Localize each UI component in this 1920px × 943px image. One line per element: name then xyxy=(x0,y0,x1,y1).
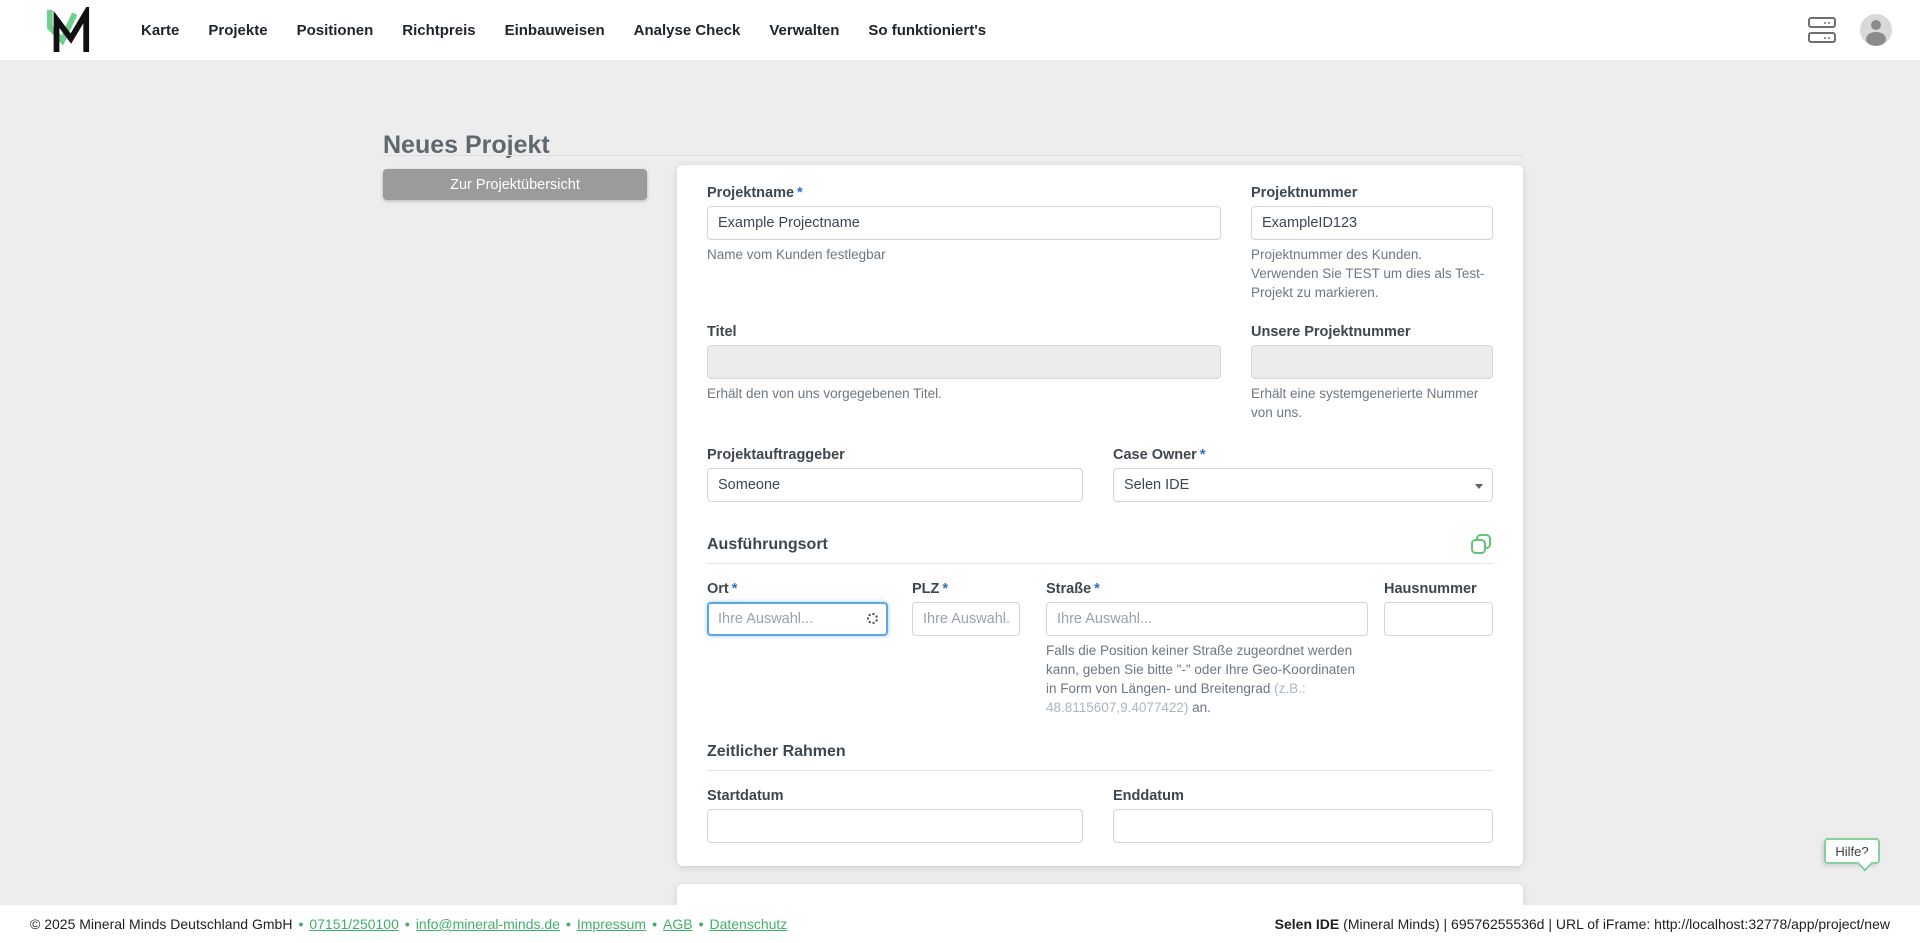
footer-link-email[interactable]: info@mineral-minds.de xyxy=(416,916,560,932)
strasse-input[interactable] xyxy=(1046,602,1368,637)
footer-copyright: © 2025 Mineral Minds Deutschland GmbH xyxy=(30,916,293,932)
nav-item-karte[interactable]: Karte xyxy=(141,22,179,39)
unsere-projektnummer-helper: Erhält eine systemgenerierte Nummer von … xyxy=(1251,385,1479,420)
copy-location-button[interactable] xyxy=(1469,532,1493,556)
title-divider xyxy=(383,155,1523,156)
server-bar-top xyxy=(1808,17,1836,28)
projektnummer-helper: Projektnummer des Kunden. Verwenden Sie … xyxy=(1251,247,1485,300)
nav-item-positionen[interactable]: Positionen xyxy=(297,22,374,39)
footer-left: © 2025 Mineral Minds Deutschland GmbH • … xyxy=(30,916,787,932)
nav-item-einbauweisen[interactable]: Einbauweisen xyxy=(505,22,605,39)
required-asterisk: * xyxy=(731,581,738,598)
unsere-projektnummer-input xyxy=(1251,344,1493,379)
chevron-down-icon xyxy=(1475,484,1483,490)
enddatum-input[interactable] xyxy=(1113,809,1493,844)
mineral-minds-logo-icon[interactable] xyxy=(45,7,91,53)
top-navbar: Karte Projekte Positionen Richtpreis Ein… xyxy=(0,0,1920,60)
footer-link-datenschutz[interactable]: Datenschutz xyxy=(709,916,787,932)
section-ausfuehrungsort: Ausführungsort xyxy=(707,534,1493,565)
hausnummer-input[interactable] xyxy=(1384,602,1493,637)
hilfe-button[interactable]: Hilfe? xyxy=(1824,838,1880,864)
next-section-card xyxy=(677,884,1523,906)
server-bar-bottom xyxy=(1808,32,1836,43)
nav-item-projekte[interactable]: Projekte xyxy=(208,22,267,39)
titel-helper: Erhält den von uns vorgegebenen Titel. xyxy=(707,385,942,401)
nav-item-verwalten[interactable]: Verwalten xyxy=(769,22,839,39)
projektname-input[interactable] xyxy=(707,206,1221,240)
case-owner-value: Selen IDE xyxy=(1124,477,1190,494)
zur-projektuebersicht-button[interactable]: Zur Projektübersicht xyxy=(383,169,647,200)
footer: © 2025 Mineral Minds Deutschland GmbH • … xyxy=(0,905,1920,943)
nav-item-analyse-check[interactable]: Analyse Check xyxy=(634,22,741,39)
plz-label: PLZ * xyxy=(912,581,949,598)
startdatum-label: Startdatum xyxy=(707,788,784,805)
footer-separator: • xyxy=(698,916,704,932)
titel-label: Titel xyxy=(707,323,737,340)
footer-link-phone[interactable]: 07151/250100 xyxy=(309,916,399,932)
projektauftraggeber-input[interactable] xyxy=(707,468,1083,503)
footer-separator: • xyxy=(404,916,410,932)
footer-session-info: Selen IDE (Mineral Minds) | 69576255536d… xyxy=(1275,916,1890,932)
titel-input xyxy=(707,344,1221,379)
plz-input[interactable] xyxy=(912,602,1020,637)
required-asterisk: * xyxy=(1094,581,1100,598)
unsere-projektnummer-label: Unsere Projektnummer xyxy=(1251,323,1411,340)
footer-link-impressum[interactable]: Impressum xyxy=(577,916,646,932)
main-navigation: Karte Projekte Positionen Richtpreis Ein… xyxy=(141,22,986,39)
navbar-right xyxy=(1808,14,1892,46)
strasse-label: Straße * xyxy=(1046,581,1100,598)
nav-item-so-funktionierts[interactable]: So funktioniert's xyxy=(868,22,986,39)
ort-label: Ort * xyxy=(707,581,738,598)
case-owner-select[interactable]: Selen IDE xyxy=(1113,468,1493,503)
server-icon[interactable] xyxy=(1808,17,1836,43)
projektname-helper: Name vom Kunden festlegbar xyxy=(707,247,886,262)
user-avatar[interactable] xyxy=(1860,14,1892,46)
copy-icon xyxy=(1471,534,1491,555)
startdatum-input[interactable] xyxy=(707,809,1083,844)
projektname-label: Projektname * xyxy=(707,185,803,201)
new-project-form-card: Projektname* Name vom Kunden festlegbar … xyxy=(677,165,1523,866)
required-asterisk: * xyxy=(942,581,949,598)
hausnummer-label: Hausnummer xyxy=(1384,581,1477,598)
nav-item-richtpreis[interactable]: Richtpreis xyxy=(402,22,475,39)
projektauftraggeber-label: Projektauftraggeber xyxy=(707,447,845,464)
strasse-helper: Falls die Position keiner Straße zugeord… xyxy=(1046,643,1356,716)
footer-separator: • xyxy=(565,916,571,932)
projektnummer-input[interactable] xyxy=(1251,206,1493,240)
footer-link-agb[interactable]: AGB xyxy=(663,916,693,932)
enddatum-label: Enddatum xyxy=(1113,788,1184,805)
footer-session-user: Selen IDE xyxy=(1274,916,1340,932)
footer-session-rest: (Mineral Minds) | 69576255536d | URL of … xyxy=(1339,916,1890,932)
footer-separator: • xyxy=(652,916,657,932)
required-asterisk: * xyxy=(797,185,803,201)
footer-separator: • xyxy=(298,916,304,932)
projektnummer-label: Projektnummer xyxy=(1251,185,1358,201)
case-owner-label: Case Owner * xyxy=(1113,447,1206,464)
required-asterisk: * xyxy=(1199,447,1206,464)
ort-input[interactable] xyxy=(707,602,888,637)
section-zeitlicher-rahmen: Zeitlicher Rahmen xyxy=(707,743,1493,772)
